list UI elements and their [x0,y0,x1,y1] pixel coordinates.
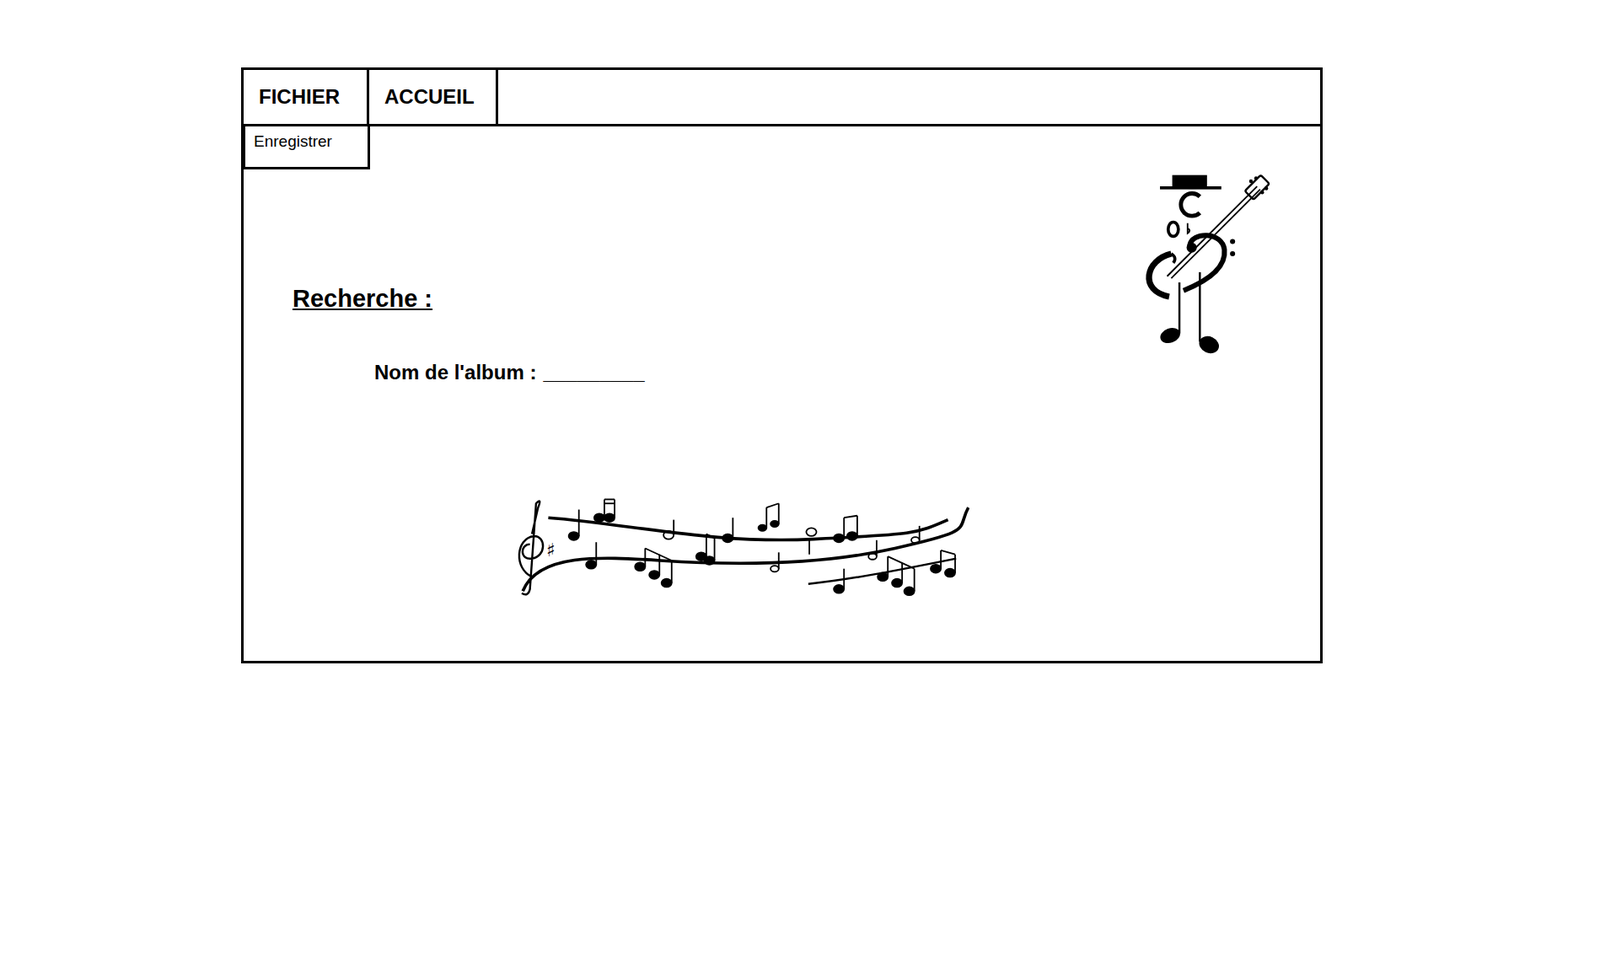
app-window: FICHIEREnregistrerACCUEIL Recherche :Nom… [241,67,1323,664]
album-name-field[interactable]: _________ [542,360,645,384]
svg-text:♯: ♯ [546,539,556,561]
search-heading: Recherche : [292,284,645,314]
menu-tab[interactable]: FICHIEREnregistrer [243,69,370,124]
dropdown-menu-panel: Enregistrer [242,126,371,170]
menu-entry[interactable]: Enregistrer [253,129,360,155]
music-character-icon [1140,171,1271,360]
menu-tab-label: FICHIER [258,85,340,108]
menu-tab-label: ACCUEIL [384,85,475,108]
content-top: Recherche : Nom de l'album :_________ [243,126,1321,388]
menu-tab[interactable]: ACCUEIL [369,69,499,124]
field-label: Nom de l'album : [374,360,537,384]
window-body: Recherche : Nom de l'album :_________ [243,126,1321,661]
menu-bar: FICHIEREnregistrer ACCUEIL [243,69,1321,127]
music-staff-icon: ♯ [507,497,970,605]
search-field-row: Nom de l'album :_________ [374,357,645,388]
search-panel: Recherche : Nom de l'album :_________ [292,284,645,388]
